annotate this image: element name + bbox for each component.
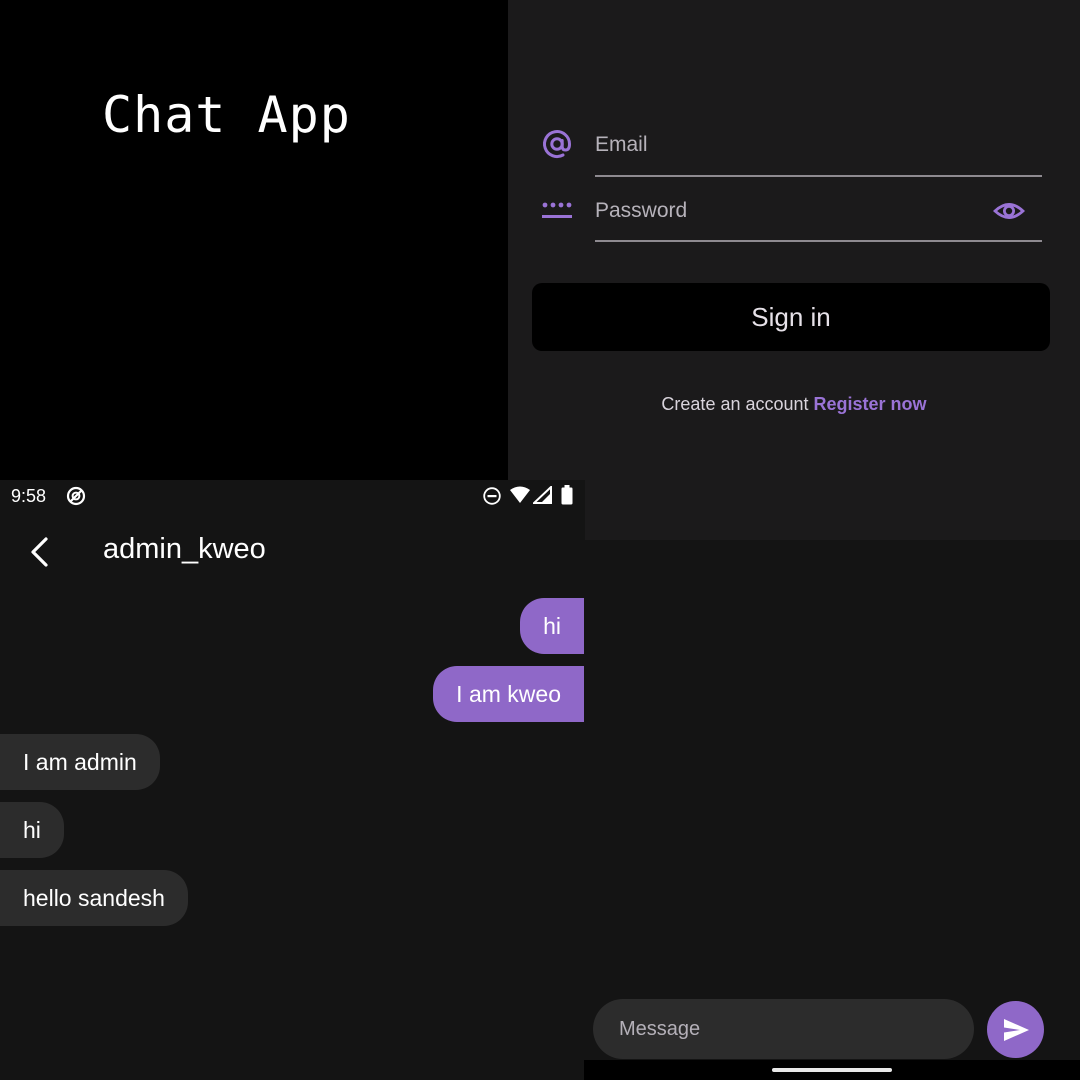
- app-title: Chat App: [102, 86, 351, 144]
- status-time: 9:58: [11, 486, 47, 506]
- message-bubble-sent: I am kweo: [433, 666, 584, 722]
- register-row: Create an account Register now: [508, 394, 1080, 415]
- notification-icon: [66, 486, 86, 506]
- register-prompt: Create an account: [661, 394, 809, 414]
- password-field[interactable]: Password: [595, 199, 687, 223]
- sign-in-button[interactable]: Sign in: [532, 283, 1050, 351]
- at-icon: [543, 130, 572, 159]
- register-now-link[interactable]: Register now: [814, 394, 927, 414]
- message-bubble-received: hello sandesh: [0, 870, 188, 926]
- send-icon: [1003, 1018, 1029, 1041]
- do-not-disturb-icon: [483, 487, 501, 505]
- email-underline: [595, 175, 1042, 177]
- chat-title: admin_kweo: [103, 533, 266, 565]
- home-indicator[interactable]: [772, 1068, 892, 1072]
- message-bubble-received: hi: [0, 802, 64, 858]
- password-underline: [595, 240, 1042, 242]
- message-bubble-sent: hi: [520, 598, 584, 654]
- chevron-left-icon[interactable]: [24, 534, 58, 570]
- signal-icon: [533, 486, 552, 504]
- message-bubble-received: I am admin: [0, 734, 160, 790]
- email-field[interactable]: Email: [595, 133, 648, 157]
- message-input[interactable]: Message: [593, 999, 974, 1059]
- eye-icon[interactable]: [993, 195, 1025, 227]
- password-dots-icon: [542, 202, 572, 218]
- splash-panel: Chat App: [0, 0, 508, 480]
- login-panel: Email Password Sign in Create an account…: [508, 0, 1080, 540]
- battery-icon: [561, 485, 573, 505]
- send-button[interactable]: [987, 1001, 1044, 1058]
- wifi-icon: [510, 486, 530, 503]
